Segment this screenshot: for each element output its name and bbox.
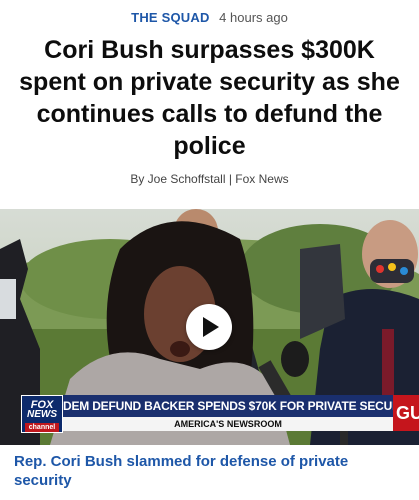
fox-news-logo: FOX NEWS channel xyxy=(21,395,63,433)
article-headline: Cori Bush surpasses $300K spent on priva… xyxy=(19,36,400,160)
byline: By Joe Schoffstall | Fox News xyxy=(130,172,289,186)
logo-news-text: NEWS xyxy=(27,409,57,420)
chyron-show-name: AMERICA'S NEWSROOM xyxy=(63,417,393,431)
play-icon xyxy=(203,317,219,337)
timestamp: 4 hours ago xyxy=(219,10,288,25)
category-link[interactable]: THE SQUAD xyxy=(131,10,209,25)
chyron-headline: DEM DEFUND BACKER SPENDS $70K FOR PRIVAT… xyxy=(63,395,419,417)
play-button[interactable] xyxy=(186,304,232,350)
video-player[interactable]: FOX NEWS channel DEM DEFUND BACKER SPEND… xyxy=(0,209,419,445)
chyron-side-panel: GU xyxy=(393,395,419,431)
logo-channel-text: channel xyxy=(25,423,59,432)
news-chyron: FOX NEWS channel DEM DEFUND BACKER SPEND… xyxy=(0,395,419,433)
article-meta: THE SQUAD 4 hours ago xyxy=(0,9,419,27)
video-caption-link[interactable]: Rep. Cori Bush slammed for defense of pr… xyxy=(14,452,404,490)
